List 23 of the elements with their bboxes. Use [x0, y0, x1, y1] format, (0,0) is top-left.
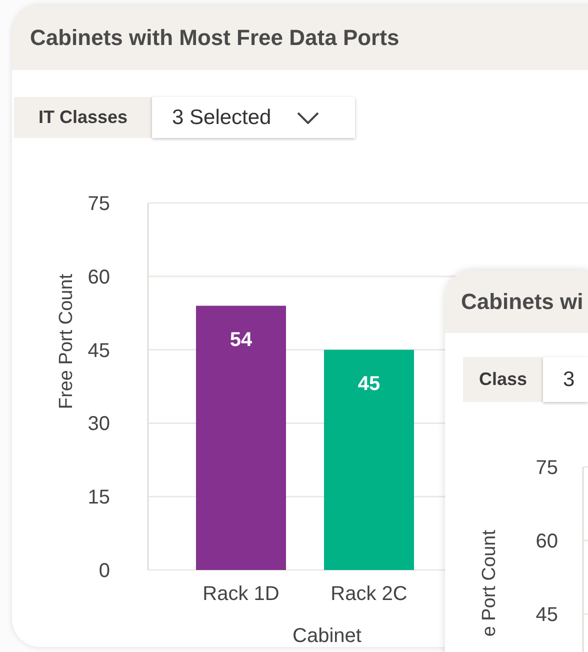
card-title: Cabinets with Most Free Data Ports — [30, 24, 400, 52]
axis-tick-label: 0 — [98, 560, 110, 582]
card-title: Cabinets wi — [461, 288, 584, 316]
bar-value-label: 45 — [358, 372, 380, 395]
axis-title: e Port Count — [479, 530, 500, 637]
axis-title: Free Port Count — [56, 274, 77, 410]
axis-tick-label: 30 — [88, 413, 110, 436]
category-label: Rack 1D — [202, 583, 280, 605]
axis-tick-label: 60 — [536, 530, 558, 552]
filter-label: Class — [463, 357, 543, 402]
axis-tick-label: 75 — [536, 457, 558, 479]
axis-tick-label: 45 — [88, 340, 110, 362]
filter-label: IT Classes — [14, 97, 152, 138]
category-label: Rack 2C — [330, 583, 408, 605]
axis-tick-label: 75 — [88, 193, 110, 215]
dropdown[interactable]: 3 Selected — [152, 97, 355, 138]
axis-tick-label: 15 — [88, 486, 110, 509]
axis-tick-label: 45 — [536, 604, 558, 626]
axis-title: Cabinet — [292, 625, 362, 647]
dropdown[interactable]: 3 — [543, 357, 588, 402]
axis-tick-label: 60 — [88, 266, 110, 288]
chevron-down-icon — [297, 112, 320, 124]
bar-value-label: 54 — [230, 328, 252, 351]
